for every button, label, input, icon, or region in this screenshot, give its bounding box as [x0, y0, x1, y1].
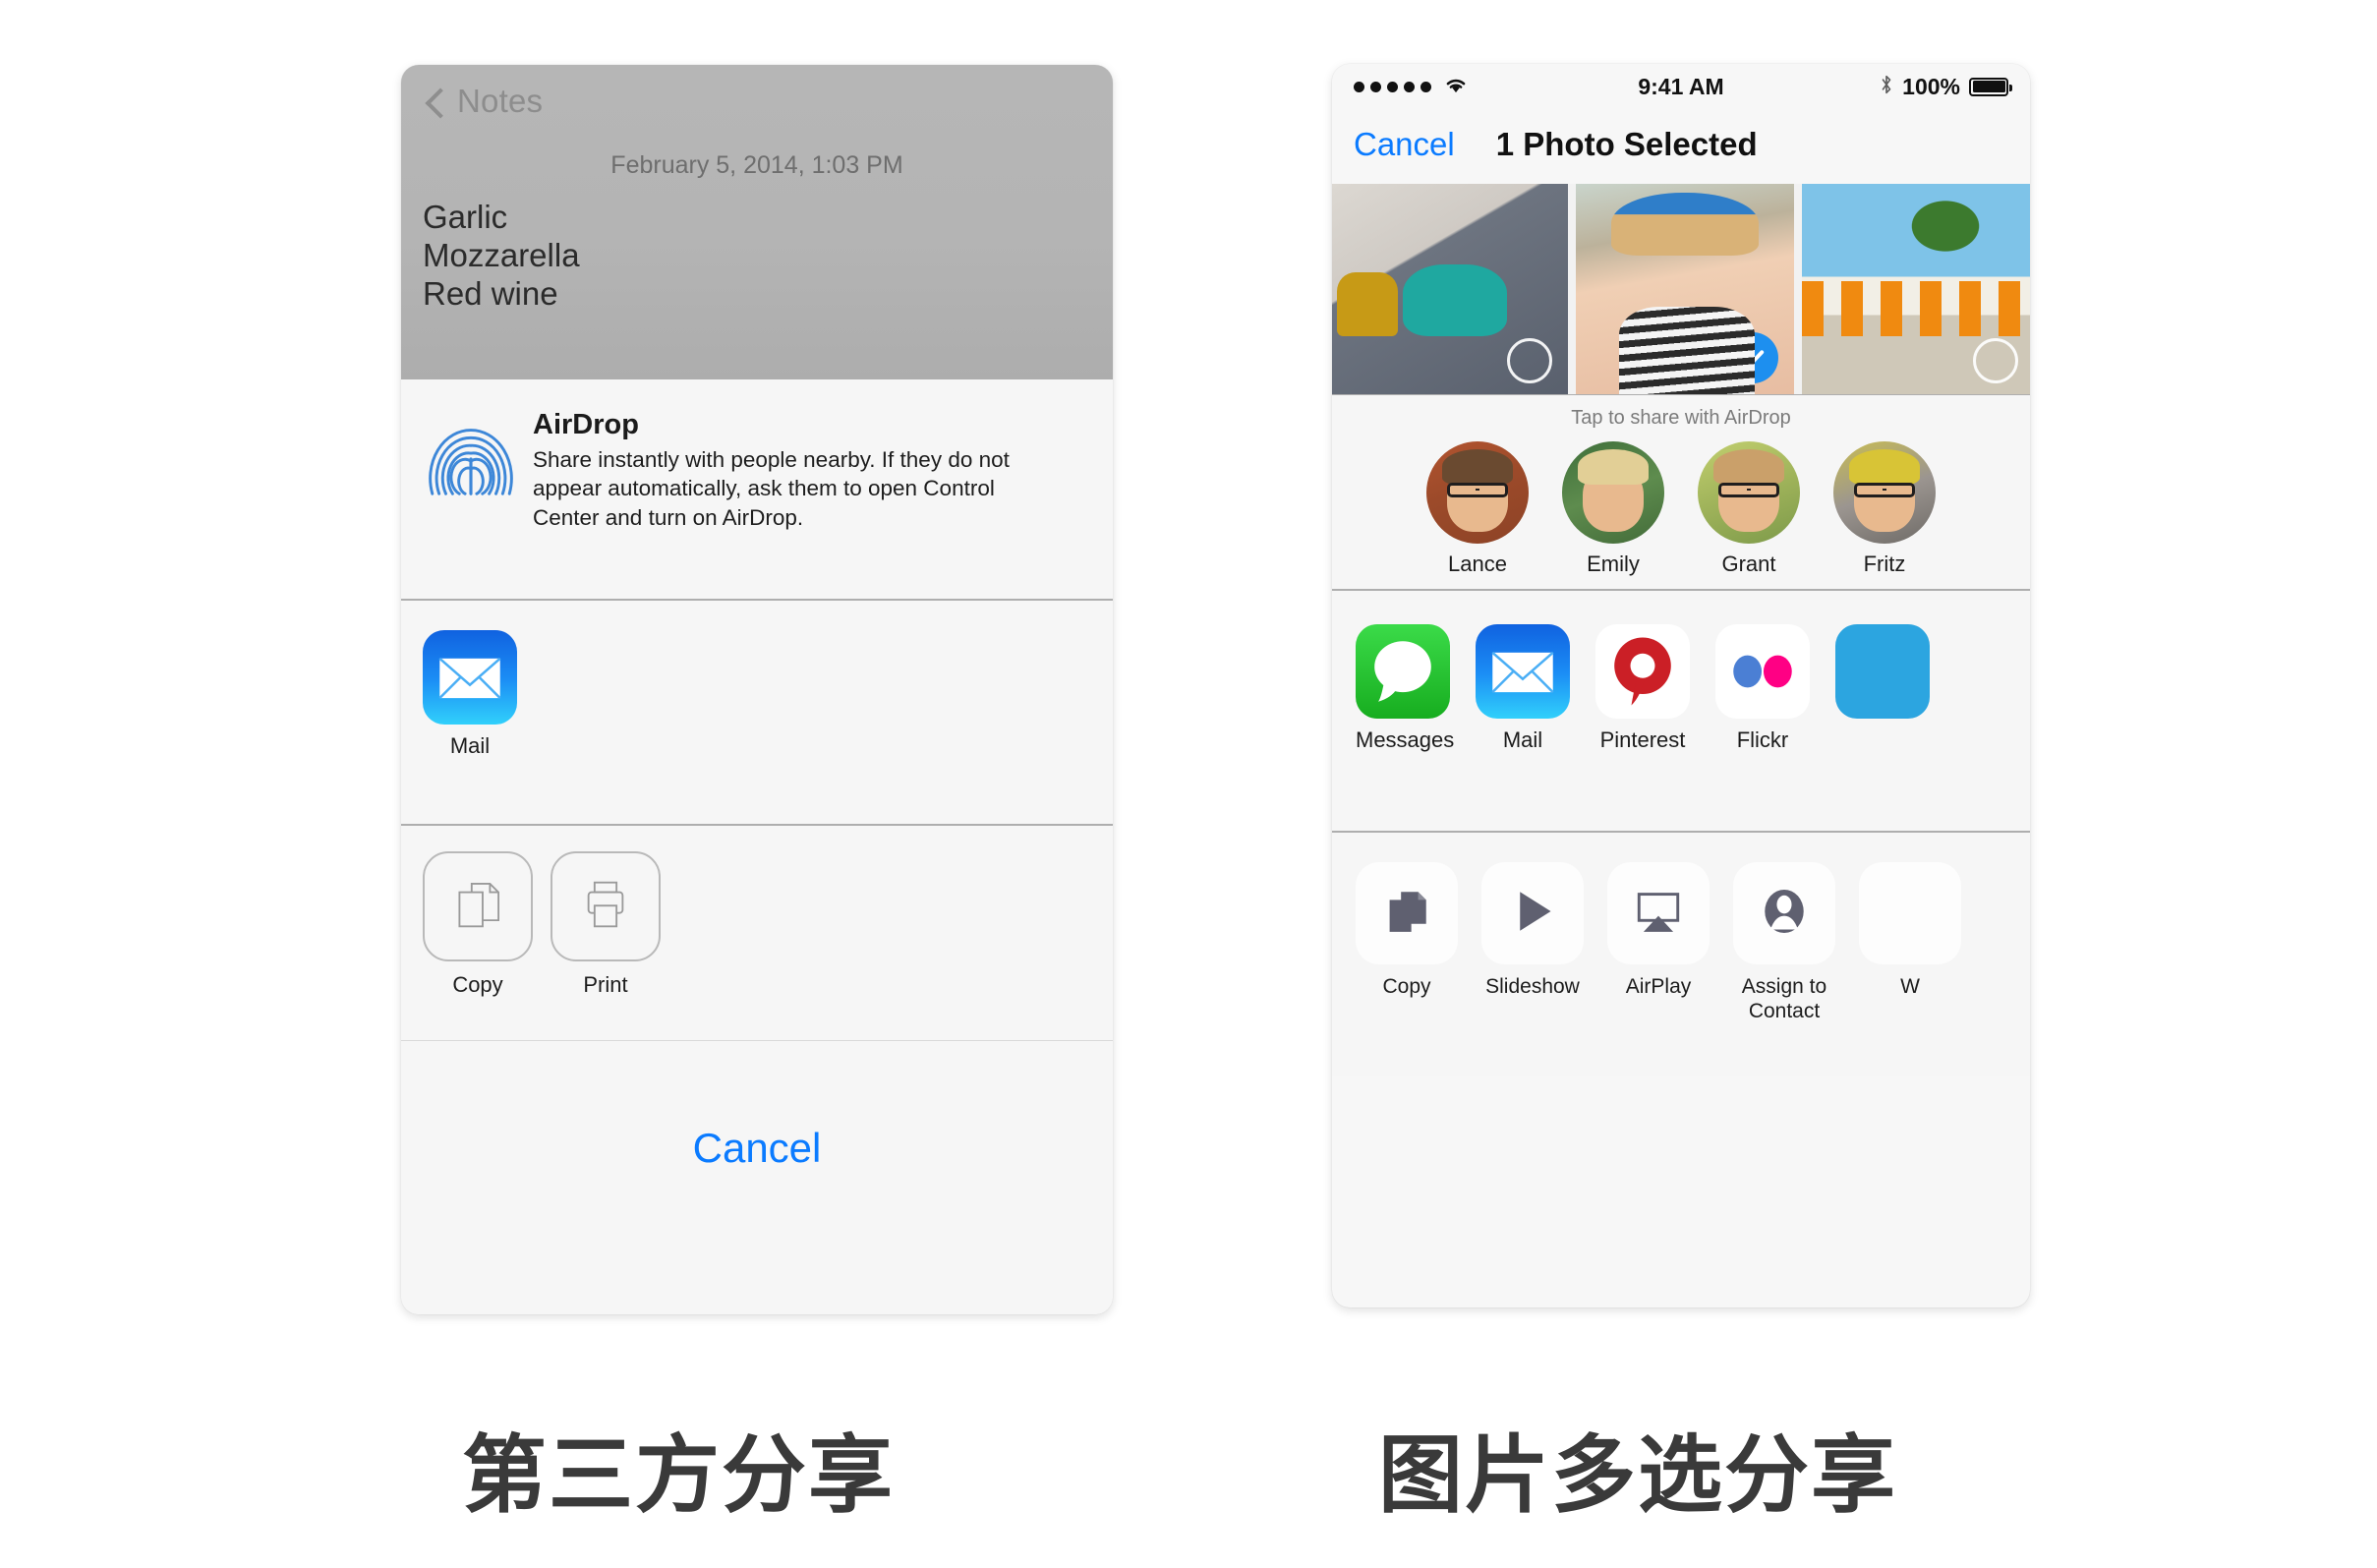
share-actions-section: Copy Print — [401, 826, 1113, 1040]
mail-icon — [1476, 624, 1570, 719]
divider — [401, 1040, 1113, 1041]
photos-share-sheet: 9:41 AM 100% Cancel 1 Photo Selected Tap… — [1332, 64, 2030, 1307]
contact-name: Fritz — [1863, 552, 1906, 576]
notes-share-sheet: Notes February 5, 2014, 1:03 PM Garlic M… — [401, 65, 1113, 1314]
contact-name: Grant — [1721, 552, 1776, 576]
contact-name: Emily — [1587, 552, 1640, 576]
notes-date: February 5, 2014, 1:03 PM — [610, 151, 903, 179]
airdrop-description: Share instantly with people nearby. If t… — [533, 447, 1010, 530]
chevron-left-icon — [423, 91, 443, 112]
copy-icon — [1378, 883, 1435, 945]
airdrop-people-section: Tap to share with AirDrop Lance Emily Gr… — [1332, 395, 2030, 589]
cancel-button[interactable]: Cancel — [1354, 126, 1455, 163]
airdrop-hint: Tap to share with AirDrop — [1571, 407, 1791, 429]
selection-ring-icon[interactable] — [1973, 338, 2018, 383]
notes-back-label: Notes — [457, 83, 544, 119]
action-airplay[interactable]: AirPlay — [1607, 862, 1710, 1023]
action-label: W — [1900, 975, 1920, 998]
selection-ring-icon[interactable] — [1507, 338, 1552, 383]
action-print[interactable]: Print — [551, 851, 661, 998]
share-actions-section: Copy Slideshow AirPlay Assign to Contact… — [1332, 833, 2030, 1076]
flickr-icon — [1715, 624, 1810, 719]
beach-stairs-photo[interactable] — [1332, 184, 1568, 395]
share-app-messages[interactable]: Messages — [1356, 624, 1455, 753]
action-label: AirPlay — [1625, 975, 1692, 998]
cancel-button[interactable]: Cancel — [401, 1125, 1113, 1172]
share-app-label: Mail — [449, 733, 491, 758]
print-icon — [575, 874, 636, 940]
notes-line: Mozzarella — [423, 236, 580, 273]
photo-strip[interactable] — [1332, 184, 2030, 395]
share-app-label: Flickr — [1736, 727, 1789, 752]
share-app-label: Messages — [1356, 727, 1455, 752]
airdrop-title: AirDrop — [533, 409, 639, 440]
avatar — [1426, 441, 1529, 544]
avatar — [1698, 441, 1800, 544]
page-title: 1 Photo Selected — [1495, 126, 1758, 162]
notes-line: Red wine — [423, 274, 558, 312]
airdrop-section: AirDrop Share instantly with people near… — [401, 379, 1113, 599]
left-caption: 第三方分享 — [462, 1426, 895, 1525]
action-label: Copy — [1382, 975, 1431, 998]
share-app-mail[interactable]: Mail — [423, 630, 517, 759]
person-icon — [1756, 883, 1813, 945]
action-copy[interactable]: Copy — [1356, 862, 1458, 1023]
notes-back-nav[interactable]: Notes — [423, 83, 543, 120]
share-app-pinterest[interactable]: Pinterest — [1595, 624, 1690, 753]
share-app-flickr[interactable]: Flickr — [1715, 624, 1810, 753]
action-label: Slideshow — [1485, 975, 1580, 998]
cancel-section: Cancel — [401, 1042, 1113, 1314]
battery-icon — [1969, 77, 2012, 96]
share-apps-section: Mail — [401, 601, 1113, 824]
share-app-mail[interactable]: Mail — [1476, 624, 1570, 753]
right-caption: 图片多选分享 — [1378, 1426, 1897, 1525]
airdrop-icon — [423, 409, 519, 505]
action-label: Print — [583, 972, 628, 997]
photos-nav-bar: Cancel 1 Photo Selected — [1332, 109, 2030, 180]
action-slideshow[interactable]: Slideshow — [1481, 862, 1584, 1023]
bluetooth-icon — [1880, 74, 1893, 100]
portrait-hat-photo[interactable] — [1576, 184, 1794, 395]
share-app-label: Pinterest — [1599, 727, 1686, 752]
action-assign-to-contact[interactable]: Assign to Contact — [1733, 862, 1835, 1023]
action-label: Copy — [452, 972, 503, 997]
airplay-icon — [1630, 883, 1687, 945]
screenshot-stage: Notes February 5, 2014, 1:03 PM Garlic M… — [0, 0, 2377, 1568]
airdrop-contact-fritz[interactable]: Fritz — [1833, 441, 1936, 577]
share-app-twitter[interactable] — [1835, 624, 1930, 753]
action-copy[interactable]: Copy — [423, 851, 533, 998]
action-label: Assign to Contact — [1741, 975, 1827, 1023]
copy-icon — [447, 874, 508, 940]
wallpaper-icon — [1859, 862, 1961, 964]
twitter-icon — [1835, 624, 1930, 719]
notes-body: Garlic Mozzarella Red wine — [423, 201, 580, 316]
airdrop-contact-lance[interactable]: Lance — [1426, 441, 1529, 577]
airdrop-contact-grant[interactable]: Grant — [1698, 441, 1800, 577]
airdrop-contact-emily[interactable]: Emily — [1562, 441, 1664, 577]
mail-icon — [423, 630, 517, 725]
share-apps-section: Messages Mail Pinterest Flickr — [1332, 591, 2030, 831]
selection-check-icon[interactable] — [1727, 332, 1778, 383]
notes-preview-pane: Notes February 5, 2014, 1:03 PM Garlic M… — [401, 65, 1113, 379]
avatar — [1833, 441, 1936, 544]
contact-name: Lance — [1448, 552, 1507, 576]
status-bar: 9:41 AM 100% — [1332, 64, 2030, 109]
action-use-as-wallpaper[interactable]: W — [1859, 862, 1961, 1023]
pinterest-icon — [1595, 624, 1690, 719]
battery-percent: 100% — [1902, 73, 1960, 99]
notes-line: Garlic — [423, 199, 508, 235]
avatar — [1562, 441, 1664, 544]
share-app-label: Mail — [1502, 727, 1543, 752]
santozeum-sign-photo[interactable] — [1802, 184, 2030, 395]
play-icon — [1504, 883, 1561, 945]
messages-icon — [1356, 624, 1450, 719]
